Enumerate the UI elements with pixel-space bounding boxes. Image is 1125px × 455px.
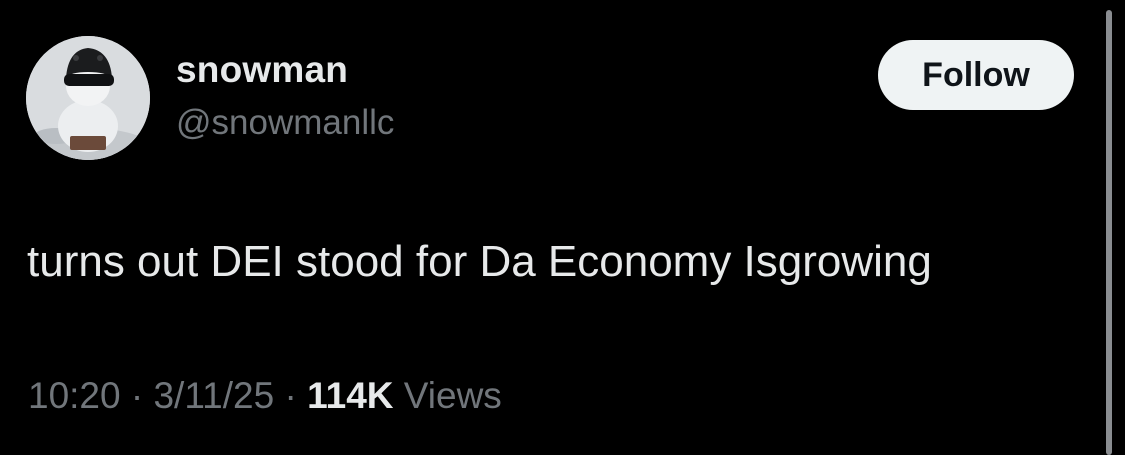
meta-separator: · bbox=[274, 375, 308, 416]
follow-button[interactable]: Follow bbox=[878, 40, 1074, 110]
avatar[interactable] bbox=[26, 36, 150, 160]
tweet-card: snowman @snowmanllc Follow turns out DEI… bbox=[0, 0, 1125, 455]
views-count[interactable]: 114K bbox=[307, 375, 393, 416]
tweet-time[interactable]: 10:20 bbox=[28, 375, 121, 416]
meta-separator: · bbox=[120, 375, 154, 416]
views-label[interactable]: Views bbox=[394, 375, 502, 416]
tweet-text: turns out DEI stood for Da Economy Isgro… bbox=[27, 237, 932, 286]
snowman-photo-avatar-icon bbox=[26, 36, 150, 160]
author-display-name[interactable]: snowman bbox=[176, 49, 348, 91]
author-handle[interactable]: @snowmanllc bbox=[176, 103, 394, 143]
scrollbar[interactable] bbox=[1106, 10, 1112, 455]
tweet-date[interactable]: 3/11/25 bbox=[153, 375, 274, 416]
tweet-meta: 10:20 · 3/11/25 · 114K Views bbox=[28, 374, 502, 418]
